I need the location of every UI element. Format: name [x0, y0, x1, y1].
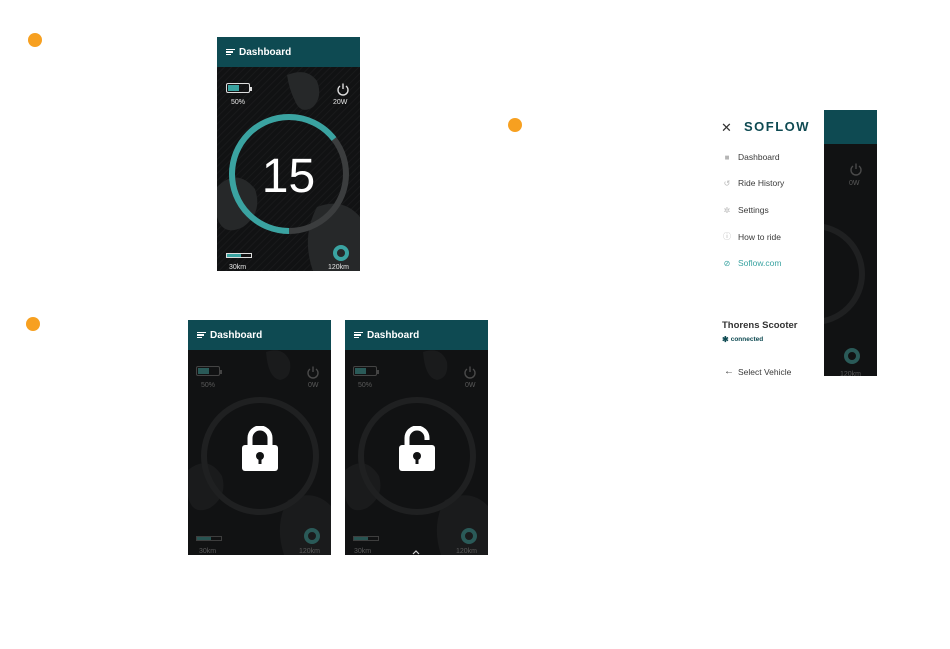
lock-icon[interactable]	[240, 426, 280, 472]
dashboard-screen-active: Dashboard 50% 20W 15 30km 120km	[217, 37, 360, 271]
range-right-label: 120km	[299, 548, 321, 555]
section-marker	[28, 33, 42, 47]
vehicle-name: Thorens Scooter	[722, 320, 798, 331]
app-header	[824, 110, 877, 144]
range-bar	[353, 536, 379, 541]
power-label: 20W	[333, 99, 348, 106]
power-icon[interactable]	[336, 82, 350, 96]
menu-item-how-to-ride[interactable]: ⓘ How to ride	[722, 231, 781, 242]
menu-item-soflow-link[interactable]: ⊘ Soflow.com	[722, 258, 782, 268]
arrow-left-icon: ←	[724, 366, 734, 377]
unlock-icon[interactable]	[397, 426, 437, 472]
app-header: Dashboard	[217, 37, 360, 67]
battery-label: 50%	[358, 382, 373, 389]
range-right-label: 120km	[456, 548, 478, 555]
header-title: Dashboard	[210, 329, 263, 341]
range-left-label: 30km	[229, 264, 247, 271]
section-marker	[26, 317, 40, 331]
menu-item-label: Soflow.com	[738, 258, 782, 268]
power-label: 0W	[465, 382, 476, 389]
range-left-label: 30km	[354, 548, 372, 555]
soflow-logo: SOFLOW	[744, 119, 811, 134]
bluetooth-icon: ✱	[722, 335, 729, 344]
menu-item-label: Ride History	[738, 178, 785, 188]
menu-icon[interactable]	[354, 330, 363, 340]
battery-label: 50%	[201, 382, 216, 389]
power-icon[interactable]	[306, 365, 320, 379]
history-icon: ↺	[723, 178, 731, 188]
speed-readout: 15	[261, 150, 316, 203]
menu-item-label: How to ride	[738, 231, 781, 242]
power-label: 0W	[849, 180, 860, 187]
power-icon[interactable]	[849, 162, 863, 176]
battery-label: 50%	[231, 99, 246, 106]
select-vehicle-label: Select Vehicle	[738, 366, 792, 377]
power-icon[interactable]	[463, 365, 477, 379]
home-icon: ■	[724, 152, 730, 162]
scooter-icon[interactable]	[844, 348, 860, 364]
range-right-label: 120km	[840, 371, 862, 376]
range-left-label: 30km	[199, 548, 217, 555]
dashboard-screen-unlocked: Dashboard 50% 0W 30km 120km	[345, 320, 488, 555]
battery-indicator	[226, 83, 252, 93]
menu-item-label: Settings	[738, 205, 769, 215]
link-icon: ⊘	[723, 258, 731, 268]
range-bar	[226, 253, 252, 258]
dashboard-screen-locked: Dashboard 50% 0W 30km 120km	[188, 320, 331, 555]
power-label: 0W	[308, 382, 319, 389]
section-marker	[508, 118, 522, 132]
range-right-label: 120km	[328, 264, 350, 271]
dashboard-peek[interactable]: 0W 120km	[824, 110, 877, 376]
menu-icon[interactable]	[226, 47, 235, 57]
battery-indicator	[353, 366, 379, 376]
status-label: connected	[730, 336, 764, 343]
close-icon[interactable]: ✕	[721, 120, 732, 136]
app-header: Dashboard	[345, 320, 488, 350]
gear-icon: ✲	[723, 205, 731, 215]
header-title: Dashboard	[367, 329, 420, 341]
side-menu: ✕ SOFLOW ■ Dashboard ↺ Ride History ✲ Se…	[712, 110, 824, 377]
menu-item-settings[interactable]: ✲ Settings	[722, 205, 769, 215]
range-bar	[196, 536, 222, 541]
header-title: Dashboard	[239, 46, 292, 58]
app-header: Dashboard	[188, 320, 331, 350]
menu-item-dashboard[interactable]: ■ Dashboard	[722, 152, 780, 162]
menu-item-ride-history[interactable]: ↺ Ride History	[722, 178, 785, 188]
dashboard-background	[824, 224, 865, 364]
battery-indicator	[196, 366, 222, 376]
chevron-up-icon[interactable]	[412, 550, 420, 555]
info-icon: ⓘ	[723, 232, 731, 241]
select-vehicle-link[interactable]: ← Select Vehicle	[724, 366, 791, 377]
menu-item-label: Dashboard	[738, 152, 780, 162]
menu-icon[interactable]	[197, 330, 206, 340]
connection-status: ✱ connected	[722, 335, 763, 344]
